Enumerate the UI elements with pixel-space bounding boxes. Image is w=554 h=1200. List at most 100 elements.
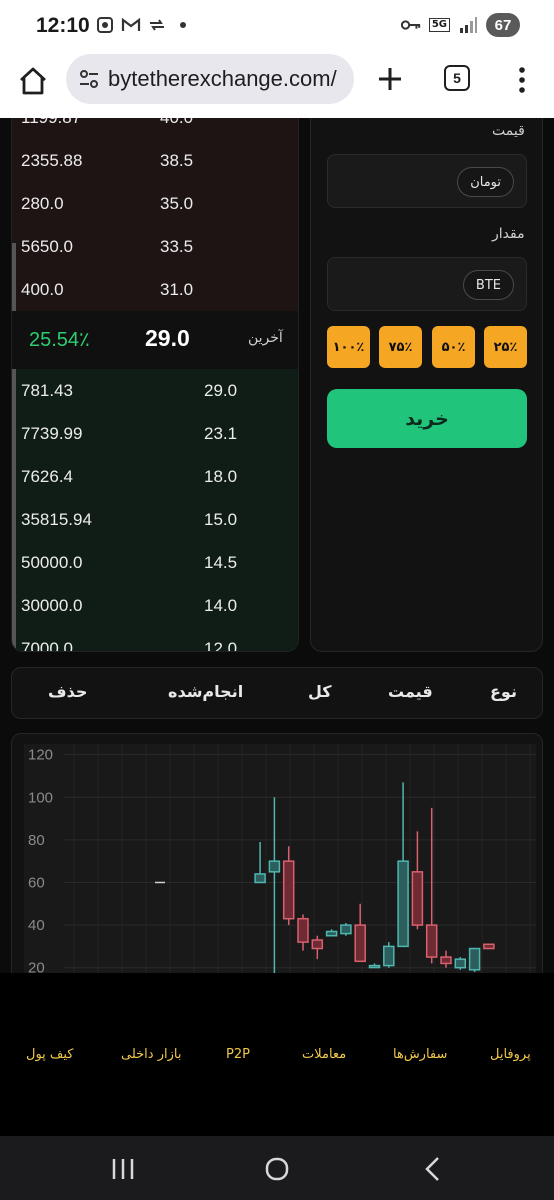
ask-row[interactable]: 2355.88 38.5 xyxy=(12,139,298,182)
ask-amount: 5650.0 xyxy=(21,237,73,256)
open-orders-header: حذف انجام‌شده کل قیمت نوع xyxy=(11,667,543,719)
bid-depth-bar xyxy=(12,541,16,584)
battery-indicator: 67 xyxy=(486,13,520,37)
y-tick-label: 80 xyxy=(28,832,45,849)
ask-row[interactable]: 5650.0 33.5 xyxy=(12,225,298,268)
system-navigation-bar xyxy=(0,1136,554,1200)
ask-price: 35.0 xyxy=(160,194,194,213)
nav-p2p[interactable]: P2P xyxy=(226,1047,250,1062)
orders-col-type: نوع xyxy=(490,682,517,701)
back-chevron-icon xyxy=(425,1157,439,1181)
bid-amount: 50000.0 xyxy=(21,553,83,572)
more-dot-icon xyxy=(173,15,193,35)
plus-icon xyxy=(379,68,401,90)
y-tick-label: 60 xyxy=(28,874,45,891)
amount-input[interactable]: BTE xyxy=(327,257,527,311)
sync-icon xyxy=(147,15,167,35)
percent-100-button[interactable]: ۱۰۰٪ xyxy=(327,326,370,368)
ask-price: 33.5 xyxy=(160,237,194,256)
percent-50-button[interactable]: ۵۰٪ xyxy=(432,326,475,368)
home-icon xyxy=(20,67,46,95)
orders-col-price: قیمت xyxy=(388,682,433,701)
percent-buttons: ۱۰۰٪ ۷۵٪ ۵۰٪ ۲۵٪ xyxy=(327,326,527,368)
last-price: 29.0 xyxy=(145,325,190,351)
y-tick-label: 100 xyxy=(28,789,53,806)
amount-label: مقدار xyxy=(492,226,525,242)
bid-row[interactable]: 7626.4 18.0 xyxy=(12,455,298,498)
bid-depth-bar xyxy=(12,584,16,627)
bid-row[interactable]: 7739.99 23.1 xyxy=(12,412,298,455)
y-tick-label: 120 xyxy=(28,747,53,764)
buy-form: قیمت تومان مقدار BTE ۱۰۰٪ ۷۵٪ ۵۰٪ ۲۵٪ خر… xyxy=(310,118,543,652)
status-notification-icons xyxy=(95,15,193,35)
ask-price: 31.0 xyxy=(160,280,194,299)
browser-toolbar: bytetherexchange.com/ 5 xyxy=(0,54,554,118)
status-time: 12:10 xyxy=(36,14,90,37)
bid-row[interactable]: 30000.0 14.0 xyxy=(12,584,298,627)
recent-apps-icon xyxy=(112,1159,134,1179)
candle-body-up xyxy=(340,924,352,935)
browser-menu-button[interactable] xyxy=(510,65,534,95)
price-input[interactable]: تومان xyxy=(327,154,527,208)
candle-body-up xyxy=(254,873,266,884)
candle-body-down xyxy=(354,924,366,963)
ask-amount: 400.0 xyxy=(21,280,64,299)
nav-profile[interactable]: پروفایل xyxy=(490,1047,531,1062)
amount-unit-chip: BTE xyxy=(462,270,514,300)
ask-row[interactable]: 1199.87 40.0 xyxy=(12,118,298,139)
ask-amount: 280.0 xyxy=(21,194,64,213)
status-bar: 12:10 5G 67 xyxy=(0,0,554,54)
bid-price: 23.1 xyxy=(204,424,238,443)
bid-amount: 781.43 xyxy=(21,381,73,400)
bid-row[interactable]: 35815.94 15.0 xyxy=(12,498,298,541)
candle-body-down xyxy=(282,860,295,920)
bid-price: 18.0 xyxy=(204,467,238,486)
bid-row[interactable]: 781.43 29.0 xyxy=(12,369,298,412)
tab-switcher-button[interactable]: 5 xyxy=(444,65,470,91)
y-tick-label: 20 xyxy=(28,960,45,973)
recent-apps-button[interactable] xyxy=(108,1154,138,1184)
candle-body-up xyxy=(368,964,381,969)
nav-orders[interactable]: سفارش‌ها xyxy=(393,1047,447,1062)
ask-price: 38.5 xyxy=(160,151,194,170)
bid-amount: 7000.0 xyxy=(21,639,73,652)
bid-orders: 781.43 29.0 7739.99 23.1 7626.4 18.0 358… xyxy=(12,369,298,652)
ask-price: 40.0 xyxy=(160,118,193,128)
price-chart[interactable]: 120 100 80 60 40 20 xyxy=(24,744,536,973)
nav-internal-market[interactable]: بازار داخلی xyxy=(121,1047,181,1062)
candle-body-down xyxy=(411,871,424,926)
percent-25-button[interactable]: ۲۵٪ xyxy=(484,326,527,368)
bid-depth-bar xyxy=(12,455,16,498)
bid-depth-bar xyxy=(12,627,16,651)
candle-body-down xyxy=(440,956,452,965)
nav-trades[interactable]: معاملات xyxy=(302,1047,346,1062)
bid-amount: 7739.99 xyxy=(21,424,83,443)
new-tab-button[interactable] xyxy=(374,63,406,95)
candle-body-down xyxy=(311,939,324,950)
ask-row[interactable]: 280.0 35.0 xyxy=(12,182,298,225)
candle-body-up xyxy=(383,945,395,967)
bottom-navigation: پروفایل سفارش‌ها معاملات P2P بازار داخلی… xyxy=(0,973,554,1136)
home-button[interactable] xyxy=(14,62,52,100)
bid-row[interactable]: 7000.0 12.0 xyxy=(12,627,298,652)
ask-amount: 1199.87 xyxy=(21,118,81,128)
status-system-icons: 5G 67 xyxy=(400,13,520,37)
candlestick-chart: 120 100 80 60 40 20 xyxy=(28,744,536,973)
price-chart-card: 120 100 80 60 40 20 xyxy=(11,733,543,973)
nav-wallet[interactable]: کیف پول xyxy=(26,1047,73,1062)
bid-price: 14.5 xyxy=(204,553,238,572)
candle-body-up xyxy=(268,860,281,873)
ask-row[interactable]: 400.0 31.0 xyxy=(12,268,298,311)
home-nav-button[interactable] xyxy=(262,1154,292,1184)
percent-75-button[interactable]: ۷۵٪ xyxy=(379,326,422,368)
bid-row[interactable]: 50000.0 14.5 xyxy=(12,541,298,584)
price-label: قیمت xyxy=(492,123,525,139)
back-button[interactable] xyxy=(418,1154,448,1184)
signal-icon xyxy=(458,15,478,35)
site-settings-icon[interactable] xyxy=(78,68,100,90)
address-bar[interactable]: bytetherexchange.com/ xyxy=(66,54,354,104)
bid-amount: 35815.94 xyxy=(21,510,92,529)
bid-price: 12.0 xyxy=(204,639,238,652)
buy-button[interactable]: خرید xyxy=(327,389,527,448)
candle-body-down xyxy=(297,917,309,943)
